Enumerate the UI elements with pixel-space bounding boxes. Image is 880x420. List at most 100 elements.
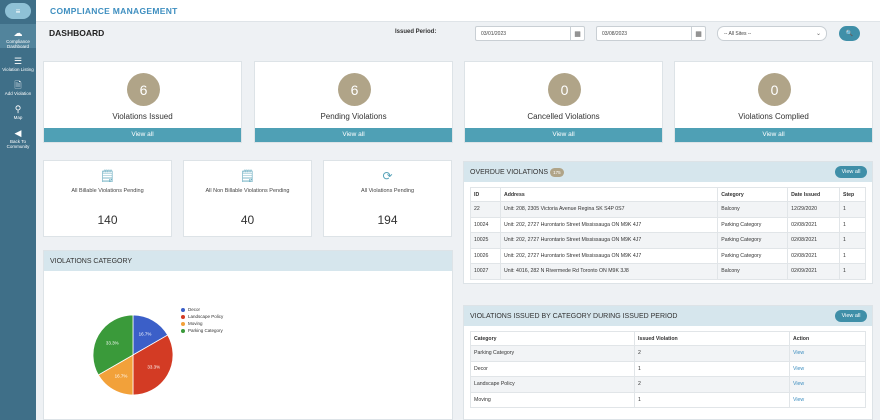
table-cell: Parking Category	[717, 247, 789, 264]
stat-value: 6	[127, 73, 160, 106]
table-cell: Decor	[470, 360, 635, 377]
table-cell: 12/29/2020	[787, 201, 840, 218]
table-cell: 10025	[470, 232, 501, 249]
view-link[interactable]: View	[789, 345, 866, 362]
legend-label: Landscape Policy	[188, 314, 224, 319]
table-row[interactable]: 10024 Unit: 202, 2727 Hurontario Street M…	[470, 216, 867, 233]
view-all-button[interactable]: View all	[835, 166, 867, 178]
column-header: ID	[470, 187, 501, 202]
sidebar-item-label: Map	[13, 115, 23, 120]
pending-label: All Billable Violations Pending	[71, 188, 144, 194]
issued-period-label: Issued Period:	[395, 29, 437, 35]
table-cell: 1	[634, 391, 790, 408]
legend-swatch	[181, 328, 185, 333]
table-cell: Balcony	[717, 263, 789, 280]
table-cell: Unit: 4016, 282 N Rivermede Rd Toronto O…	[499, 263, 719, 280]
table-cell: 10026	[470, 247, 501, 264]
legend-item[interactable]: Decor	[181, 306, 223, 313]
legend-swatch	[181, 321, 185, 326]
sidebar-item-add-document[interactable]: 🗎 Add Violation	[0, 76, 36, 100]
pending-value: 140	[97, 213, 118, 227]
legend-item[interactable]: Moving	[181, 320, 223, 327]
view-all-button[interactable]: View all	[44, 128, 241, 142]
view-link[interactable]: View	[789, 360, 866, 377]
column-header: Date Issued	[787, 187, 840, 202]
dashboard-icon: ☁	[13, 28, 23, 38]
stat-value: 6	[338, 73, 371, 106]
table-cell: 1	[634, 360, 790, 377]
sidebar-item-list[interactable]: ☰ Violation Listing	[0, 52, 36, 76]
table-cell: Unit: 208, 2305 Victoria Avenue Regina S…	[499, 201, 719, 218]
panel-header: VIOLATIONS CATEGORY	[44, 251, 452, 271]
table-cell: 1	[838, 216, 867, 233]
sidebar-item-label: Back To Community	[6, 139, 30, 149]
sidebar-item-back-arrow[interactable]: ◀ Back To Community	[0, 124, 36, 150]
calendar-icon[interactable]: ▦	[570, 27, 584, 40]
view-link[interactable]: View	[789, 376, 866, 393]
pending-card: 🗒 All Billable Violations Pending 140	[43, 160, 172, 237]
pending-label: All Non Billable Violations Pending	[205, 188, 290, 194]
search-icon: 🔍	[845, 31, 854, 37]
view-all-button[interactable]: View all	[835, 310, 867, 322]
page-title: DASHBOARD	[49, 28, 105, 38]
legend-swatch	[181, 314, 185, 319]
pie-slice-label: 33.3%	[106, 340, 119, 345]
view-all-button[interactable]: View all	[255, 128, 452, 142]
table-row[interactable]: 10027 Unit: 4016, 282 N Rivermede Rd Toro…	[470, 263, 867, 280]
legend-label: Decor	[188, 307, 201, 312]
legend-label: Moving	[188, 321, 203, 326]
table-cell: Unit: 202, 2727 Hurontario Street Missis…	[499, 232, 719, 249]
menu-toggle-button[interactable]: ≡	[5, 3, 31, 19]
map-icon: ⚲	[14, 104, 22, 114]
overdue-violations-panel: OVERDUE VIOLATIONS 175 View all ID Addres…	[463, 161, 873, 284]
site-select[interactable]: -- All Sites -- ⌄	[717, 26, 827, 41]
stat-card: 6 Pending Violations View all	[254, 61, 453, 143]
table-row[interactable]: 22 Unit: 208, 2305 Victoria Avenue Regina…	[470, 201, 867, 218]
stat-card: 0 Cancelled Violations View all	[464, 61, 663, 143]
legend-swatch	[181, 307, 185, 312]
list-icon: ☰	[13, 56, 23, 66]
date-from-field[interactable]: 03/01/2023 ▦	[475, 26, 585, 41]
table-cell: 02/08/2021	[787, 216, 840, 233]
column-header: Action	[789, 331, 866, 346]
table-cell: Landscape Policy	[470, 376, 635, 393]
panel-header: OVERDUE VIOLATIONS 175 View all	[464, 162, 872, 182]
stat-card: 0 Violations Complied View all	[674, 61, 873, 143]
column-header: Category	[470, 331, 635, 346]
stat-label: Violations Issued	[112, 112, 173, 121]
view-all-button[interactable]: View all	[675, 128, 872, 142]
sidebar-item-label: Violation Listing	[2, 67, 34, 72]
table-row[interactable]: 10026 Unit: 202, 2727 Hurontario Street M…	[470, 247, 867, 264]
stat-label: Violations Complied	[738, 112, 809, 121]
view-link[interactable]: View	[789, 391, 866, 408]
table-cell: Parking Category	[470, 345, 635, 362]
refresh-icon: ⟳	[382, 169, 393, 183]
back-arrow-icon: ◀	[14, 128, 22, 138]
app-title: COMPLIANCE MANAGEMENT	[50, 6, 178, 16]
table-row: Landscape Policy 2 View	[470, 376, 866, 393]
table-cell: 2	[634, 376, 790, 393]
calendar-icon[interactable]: ▦	[691, 27, 705, 40]
chevron-down-icon: ⌄	[815, 31, 821, 37]
date-from-value: 03/01/2023	[481, 31, 507, 37]
date-to-field[interactable]: 03/08/2023 ▦	[596, 26, 706, 41]
sidebar: ≡ ☁ Compliance Dashboard ☰ Violation Listin…	[0, 0, 36, 420]
pie-slice-label: 16.7%	[115, 373, 128, 378]
sidebar-item-map[interactable]: ⚲ Map	[0, 100, 36, 124]
table-cell: Unit: 202, 2727 Hurontario Street Missis…	[499, 247, 719, 264]
view-all-button[interactable]: View all	[465, 128, 662, 142]
pending-card: 🗒 All Non Billable Violations Pending 40	[183, 160, 312, 237]
legend-item[interactable]: Landscape Policy	[181, 313, 223, 320]
legend-item[interactable]: Parking Category	[181, 327, 223, 334]
stat-value: 0	[548, 73, 581, 106]
table-cell: 22	[470, 201, 501, 218]
menu-icon: ≡	[15, 6, 21, 16]
pie-slice-label: 16.7%	[139, 332, 152, 337]
search-button[interactable]: 🔍	[839, 26, 860, 41]
sidebar-item-dashboard[interactable]: ☁ Compliance Dashboard	[0, 24, 36, 49]
pending-card: ⟳ All Violations Pending 194	[323, 160, 452, 237]
site-select-value: -- All Sites --	[724, 31, 752, 37]
table-row[interactable]: 10025 Unit: 202, 2727 Hurontario Street M…	[470, 232, 867, 249]
table-cell: 02/08/2021	[787, 247, 840, 264]
violations-by-category-panel: VIOLATIONS ISSUED BY CATEGORY DURING ISS…	[463, 305, 873, 420]
